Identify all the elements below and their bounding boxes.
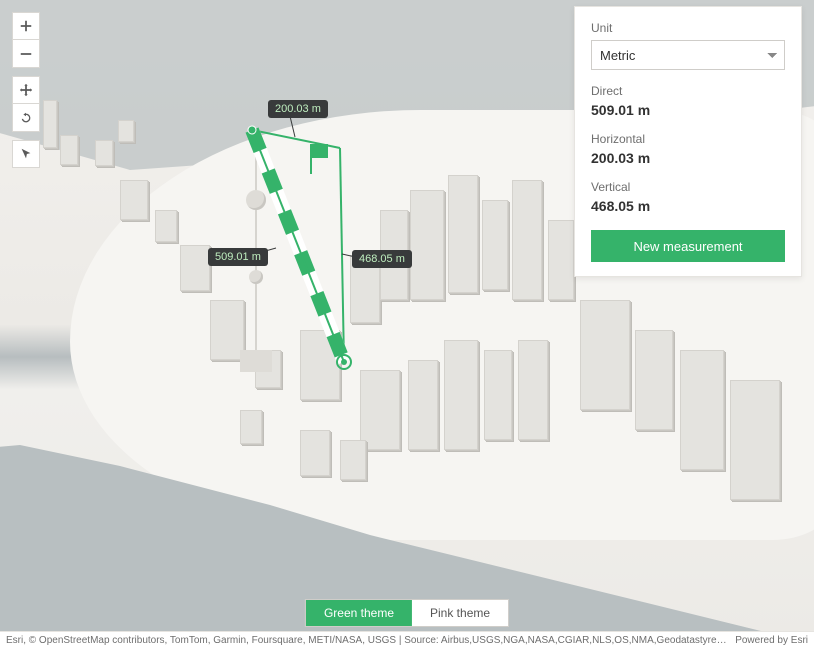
pan-button[interactable] (12, 76, 40, 104)
zoom-in-button[interactable] (12, 12, 40, 40)
pan-icon (19, 83, 33, 97)
direct-label: Direct (591, 84, 785, 98)
green-theme-button[interactable]: Green theme (306, 600, 412, 626)
measurement-label-direct: 509.01 m (208, 248, 268, 266)
theme-switcher: Green theme Pink theme (305, 599, 509, 627)
direct-value: 509.01 m (591, 102, 785, 118)
powered-by[interactable]: Powered by Esri (735, 635, 808, 646)
flag-icon (312, 144, 328, 158)
plus-icon (19, 19, 33, 33)
attribution-bar: Esri, © OpenStreetMap contributors, TomT… (0, 631, 814, 649)
new-measurement-button[interactable]: New measurement (591, 230, 785, 262)
measurement-label-vertical: 468.05 m (352, 250, 412, 268)
measurement-label-horizontal: 200.03 m (268, 100, 328, 118)
navigation-toggle-button[interactable] (12, 140, 40, 168)
horizontal-value: 200.03 m (591, 150, 785, 166)
rotate-icon (19, 111, 33, 125)
map-toolbar (12, 12, 40, 168)
vertical-label: Vertical (591, 180, 785, 194)
horizontal-label: Horizontal (591, 132, 785, 146)
zoom-out-button[interactable] (12, 40, 40, 68)
rotate-button[interactable] (12, 104, 40, 132)
measurement-panel: Unit Metric Direct 509.01 m Horizontal 2… (574, 6, 802, 277)
vertical-value: 468.05 m (591, 198, 785, 214)
unit-label: Unit (591, 21, 785, 35)
pink-theme-button[interactable]: Pink theme (412, 600, 508, 626)
minus-icon (19, 47, 33, 61)
cursor-icon (19, 147, 33, 161)
attribution-text: Esri, © OpenStreetMap contributors, TomT… (6, 635, 727, 646)
unit-select[interactable]: Metric (591, 40, 785, 70)
